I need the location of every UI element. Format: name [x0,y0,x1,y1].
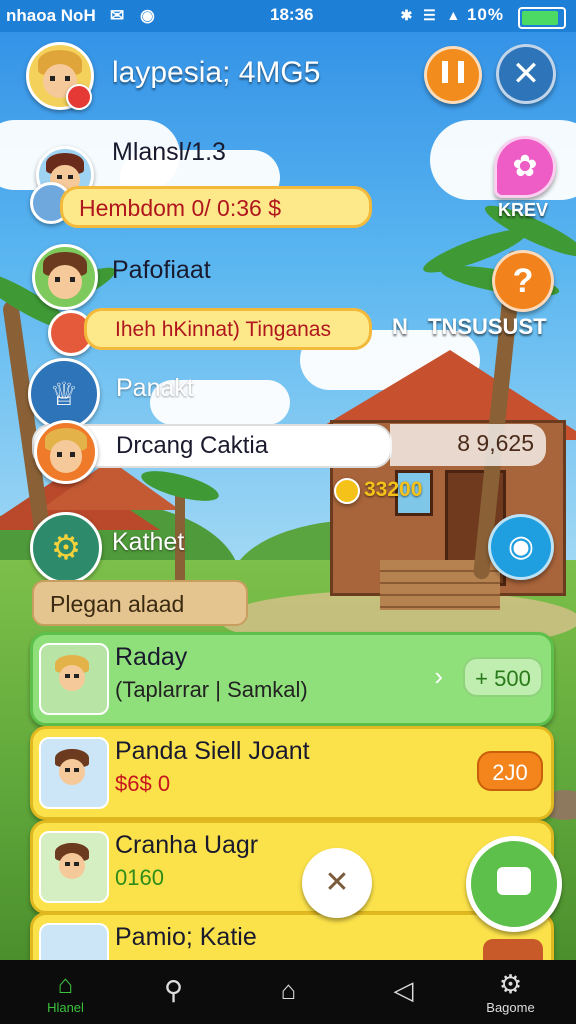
player-name: Pafofiaat [112,256,211,284]
quest-card[interactable]: Panda Siell Joant $6$ 0 2J0 [30,726,554,820]
close-icon: ✕ [324,866,350,899]
player-avatar [32,244,98,310]
bottom-nav-bar: ⌂ Hlanel ⚲ ⌂ ◁ ⚙ Bagome [0,960,576,1024]
coin-icon [334,478,360,504]
quest-subtitle: $6$ 0 [115,771,171,796]
quest-thumbnail [39,831,109,903]
level-badge-icon [66,84,92,110]
player-name: Kathet [112,528,185,556]
notification-icon: ✉ [110,6,125,25]
gear-icon: ⚙ [30,512,102,584]
flower-icon: ✿ [512,150,538,183]
chevron-right-icon: › [434,661,443,691]
signal-icon: ▲ [446,7,462,23]
coin-amount: 33200 [364,478,423,501]
close-button[interactable]: ✕ [496,44,556,104]
header-title: laypesia; 4MG5 [112,56,321,89]
flower-button[interactable]: ✿ [494,136,556,198]
bluetooth-icon: ✱ [400,7,414,23]
camera-button[interactable]: ◉ [488,514,554,580]
quest-reward-badge: 2J0 [477,751,543,791]
quest-subtitle: 0160 [115,865,164,890]
player-stat-pill: Hembdom 0/ 0:36 $ [60,186,372,228]
nav-back[interactable]: ◁ [346,960,461,1024]
player-name: Mlansl/1.3 [112,138,226,166]
dismiss-button[interactable]: ✕ [302,848,372,918]
nav-label: Hlanel [47,1000,84,1015]
player-tag: Plegan alaad [32,580,248,626]
back-icon: ◁ [393,975,414,1005]
camera-icon: ◉ [507,530,535,563]
pause-button[interactable] [424,46,482,104]
clock: 18:36 [270,5,314,24]
battery-percent: 10% [466,5,504,24]
quest-card[interactable]: Raday (Taplarrar | Samkal) › + 500 [30,632,554,726]
quest-subtitle: (Taplarrar | Samkal) [115,677,308,702]
nav-label: Bagome [486,1000,535,1015]
side-button-label: KREV [498,200,549,220]
player-stat-pill: Iheh hKinnat) Tinganas [84,308,372,350]
carrier-label: nhaoa NoH [6,6,96,25]
player-name: Panakt [116,374,194,402]
map-button[interactable] [466,836,562,932]
nav-settings[interactable]: ⚙ Bagome [453,960,568,1024]
close-icon: ✕ [511,55,541,93]
quest-title: Panda Siell Joant [115,737,310,765]
pause-icon [442,61,464,83]
nav-search[interactable]: ⚲ [116,960,231,1024]
home-outline-icon: ⌂ [280,975,297,1005]
status-bar: nhaoa NoH ✉ ◉ 18:36 ✱ ☰ ▲ 10% [0,0,576,32]
settings-icon: ⚙ [498,969,523,999]
quest-reward-badge: + 500 [463,657,543,697]
player-avatar [34,420,98,484]
quest-thumbnail [39,737,109,809]
side-button-prefix: N [392,314,408,339]
score-value: 8 9,625 [390,424,546,466]
quest-thumbnail [39,643,109,715]
side-button-label: TNSUSUST [428,314,547,339]
wifi-icon: ☰ [423,7,437,23]
home-icon: ⌂ [57,969,74,999]
map-icon [497,867,531,895]
question-icon: ? [512,262,534,300]
battery-icon [518,7,566,29]
quest-title: Raday [115,643,188,671]
nav-home-outline[interactable]: ⌂ [231,960,346,1024]
help-button[interactable]: ? [492,250,554,312]
nav-home[interactable]: ⌂ Hlanel [8,960,123,1024]
status-icons: ✱ ☰ ▲ 10% [397,5,504,25]
quest-title: Pamio; Katie [115,923,257,951]
quest-title: Cranha Uagr [115,831,259,859]
app-notification-icon: ◉ [140,6,155,25]
search-icon: ⚲ [163,975,184,1005]
